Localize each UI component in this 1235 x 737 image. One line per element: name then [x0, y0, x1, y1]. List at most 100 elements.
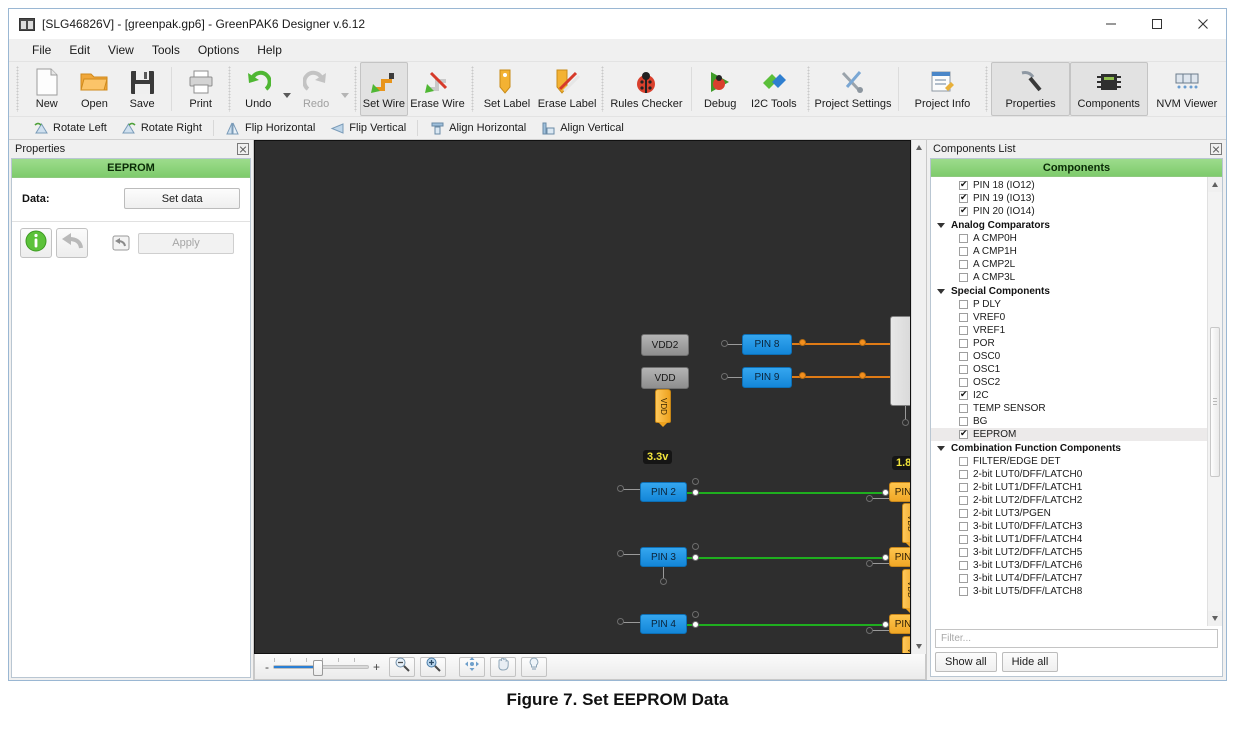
- toolbar-undo-button[interactable]: Undo: [234, 62, 282, 116]
- toolbar-grip[interactable]: [15, 66, 21, 112]
- vdd-tag-0[interactable]: VDD: [655, 389, 671, 427]
- menu-item-options[interactable]: Options: [189, 41, 248, 59]
- component-list-item[interactable]: A CMP3L: [931, 271, 1207, 284]
- port-pin3-top[interactable]: [692, 543, 699, 550]
- wire-pin2-pin20[interactable]: [687, 492, 889, 494]
- component-list-item[interactable]: P DLY: [931, 298, 1207, 311]
- component-list-item[interactable]: TEMP SENSOR: [931, 402, 1207, 415]
- component-list-item[interactable]: 2-bit LUT1/DFF/LATCH1: [931, 481, 1207, 494]
- toolbar-components-button[interactable]: Components: [1069, 62, 1148, 116]
- port-i2c-b1[interactable]: [902, 419, 909, 426]
- component-list-item[interactable]: EEPROM: [931, 428, 1207, 441]
- component-checkbox[interactable]: [959, 587, 968, 596]
- port-pin2-left[interactable]: [617, 485, 624, 492]
- component-group-header[interactable]: Analog Comparators: [931, 218, 1207, 232]
- component-checkbox[interactable]: [959, 247, 968, 256]
- zoom-slider-track[interactable]: [273, 657, 369, 676]
- components-scroll-track-top[interactable]: [1208, 192, 1222, 327]
- scroll-down-arrow-icon[interactable]: [912, 639, 926, 654]
- node-pin19-in[interactable]: [882, 554, 889, 561]
- component-checkbox[interactable]: [959, 483, 968, 492]
- component-list-item[interactable]: A CMP0H: [931, 232, 1207, 245]
- component-group-header[interactable]: Combination Function Components: [931, 441, 1207, 455]
- component-list-item[interactable]: A CMP2L: [931, 258, 1207, 271]
- canvas-scroll-track[interactable]: [912, 155, 926, 639]
- component-checkbox[interactable]: [959, 378, 968, 387]
- node-pin3-out[interactable]: [692, 554, 699, 561]
- toolbar-i2c-tools-button[interactable]: I2C Tools: [744, 62, 804, 116]
- toolbar-set-label-button[interactable]: Set Label: [477, 62, 537, 116]
- block-i2c[interactable]: I2C: [890, 316, 910, 406]
- component-checkbox[interactable]: [959, 389, 968, 400]
- toolbar-grip-5[interactable]: [599, 66, 606, 112]
- wire-pin8-i2c[interactable]: [792, 343, 890, 345]
- wire-pin4-pin18[interactable]: [687, 624, 889, 626]
- block-pin9[interactable]: PIN 9: [742, 367, 792, 388]
- toolbar-project-info-button[interactable]: Project Info: [903, 62, 981, 116]
- align-vertical-button[interactable]: Align Vertical: [533, 117, 631, 139]
- component-checkbox[interactable]: [959, 574, 968, 583]
- highlight-button[interactable]: [521, 656, 548, 677]
- wire-pin3-pin19[interactable]: [687, 557, 889, 559]
- component-checkbox[interactable]: [959, 417, 968, 426]
- align-horizontal-button[interactable]: Align Horizontal: [422, 117, 533, 139]
- close-button[interactable]: [1180, 10, 1226, 39]
- component-list-item[interactable]: I2C: [931, 389, 1207, 402]
- component-list-item[interactable]: 3-bit LUT3/DFF/LATCH6: [931, 559, 1207, 572]
- component-list-item[interactable]: OSC0: [931, 350, 1207, 363]
- component-checkbox[interactable]: [959, 404, 968, 413]
- toolbar-save-button[interactable]: Save: [118, 62, 166, 116]
- component-list-item[interactable]: 2-bit LUT0/DFF/LATCH0: [931, 468, 1207, 481]
- node-pin20-in[interactable]: [882, 489, 889, 496]
- component-list-item[interactable]: VREF0: [931, 311, 1207, 324]
- undo-dropdown-caret-icon[interactable]: [282, 62, 292, 116]
- toolbar-nvm-viewer-button[interactable]: NVM Viewer: [1148, 62, 1226, 116]
- wire-pin9-i2c[interactable]: [792, 376, 890, 378]
- block-vdd[interactable]: VDD: [641, 367, 689, 389]
- menu-item-file[interactable]: File: [23, 41, 60, 59]
- component-list-item[interactable]: A CMP1H: [931, 245, 1207, 258]
- component-checkbox[interactable]: [959, 352, 968, 361]
- component-checkbox[interactable]: [959, 205, 968, 216]
- rotate-right-button[interactable]: Rotate Right: [114, 117, 209, 139]
- toolbar-print-button[interactable]: Print: [177, 62, 225, 116]
- port-pin20-low[interactable]: [866, 495, 873, 502]
- block-pin19[interactable]: PIN 19: [889, 547, 910, 567]
- component-list-item[interactable]: PIN 20 (IO14): [931, 205, 1207, 218]
- component-checkbox[interactable]: [959, 300, 968, 309]
- zoom-in-button[interactable]: [420, 656, 447, 677]
- block-pin4[interactable]: PIN 4: [640, 614, 687, 634]
- components-scroll-thumb[interactable]: [1210, 326, 1220, 477]
- component-checkbox[interactable]: [959, 509, 968, 518]
- set-data-button[interactable]: Set data: [124, 188, 240, 209]
- chevron-down-icon[interactable]: [937, 445, 945, 451]
- toolbar-new-button[interactable]: New: [23, 62, 71, 116]
- toolbar-rules-checker-button[interactable]: Rules Checker: [607, 62, 685, 116]
- toolbar-properties-button[interactable]: Properties: [991, 62, 1070, 116]
- apply-button[interactable]: Apply: [138, 232, 234, 254]
- component-list-item[interactable]: VREF1: [931, 324, 1207, 337]
- toolbar-set-wire-button[interactable]: Set Wire: [360, 62, 408, 116]
- component-checkbox[interactable]: [959, 234, 968, 243]
- port-pin4-top[interactable]: [692, 611, 699, 618]
- properties-close-icon[interactable]: [237, 143, 249, 155]
- rotate-left-button[interactable]: Rotate Left: [26, 117, 114, 139]
- component-checkbox[interactable]: [959, 339, 968, 348]
- pan-button[interactable]: [459, 656, 486, 677]
- toolbar-grip-7[interactable]: [983, 66, 990, 112]
- block-pin2[interactable]: PIN 2: [640, 482, 687, 502]
- port-pin8-in[interactable]: [721, 340, 728, 347]
- component-list-item[interactable]: PIN 19 (IO13): [931, 192, 1207, 205]
- zoom-plus-label[interactable]: +: [369, 660, 384, 674]
- block-pin18[interactable]: PIN 18: [889, 614, 910, 634]
- node-pin4-out[interactable]: [692, 621, 699, 628]
- port-pin9-in[interactable]: [721, 373, 728, 380]
- scroll-up-arrow-icon[interactable]: [912, 140, 926, 155]
- toolbar-debug-button[interactable]: Debug: [696, 62, 744, 116]
- flip-vertical-button[interactable]: Flip Vertical: [322, 117, 413, 139]
- i2c-bot-1[interactable]: [905, 406, 906, 420]
- chevron-down-icon[interactable]: [937, 222, 945, 228]
- component-list-item[interactable]: 2-bit LUT2/DFF/LATCH2: [931, 494, 1207, 507]
- component-checkbox[interactable]: [959, 522, 968, 531]
- component-list-item[interactable]: 2-bit LUT3/PGEN: [931, 507, 1207, 520]
